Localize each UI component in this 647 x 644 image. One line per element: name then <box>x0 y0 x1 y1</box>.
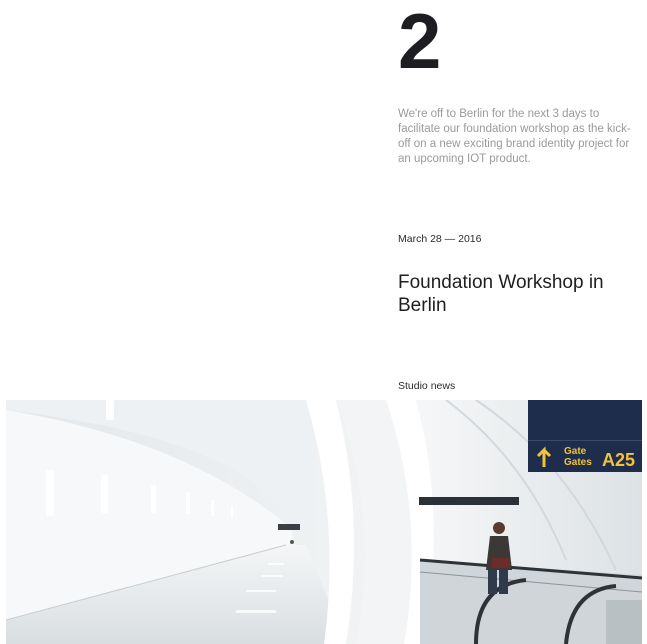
post-category-link[interactable]: Studio news <box>398 380 455 392</box>
post-excerpt: We're off to Berlin for the next 3 days … <box>398 108 631 165</box>
post-date: March 28 — 2016 <box>398 233 482 245</box>
post-number: 2 <box>398 0 441 85</box>
gate-sign: Gate Gates A25 <box>528 400 642 472</box>
svg-text:A25: A25 <box>602 450 635 470</box>
post-page: 2 We're off to Berlin for the next 3 day… <box>0 0 647 644</box>
airport-corridor-illustration: Gate Gates A25 <box>6 400 642 644</box>
svg-text:Gate: Gate <box>564 446 587 457</box>
svg-text:Gates: Gates <box>564 457 592 468</box>
hero-image[interactable]: Gate Gates A25 <box>6 400 642 644</box>
post-title-link[interactable]: Foundation Workshop in Berlin <box>398 271 628 317</box>
